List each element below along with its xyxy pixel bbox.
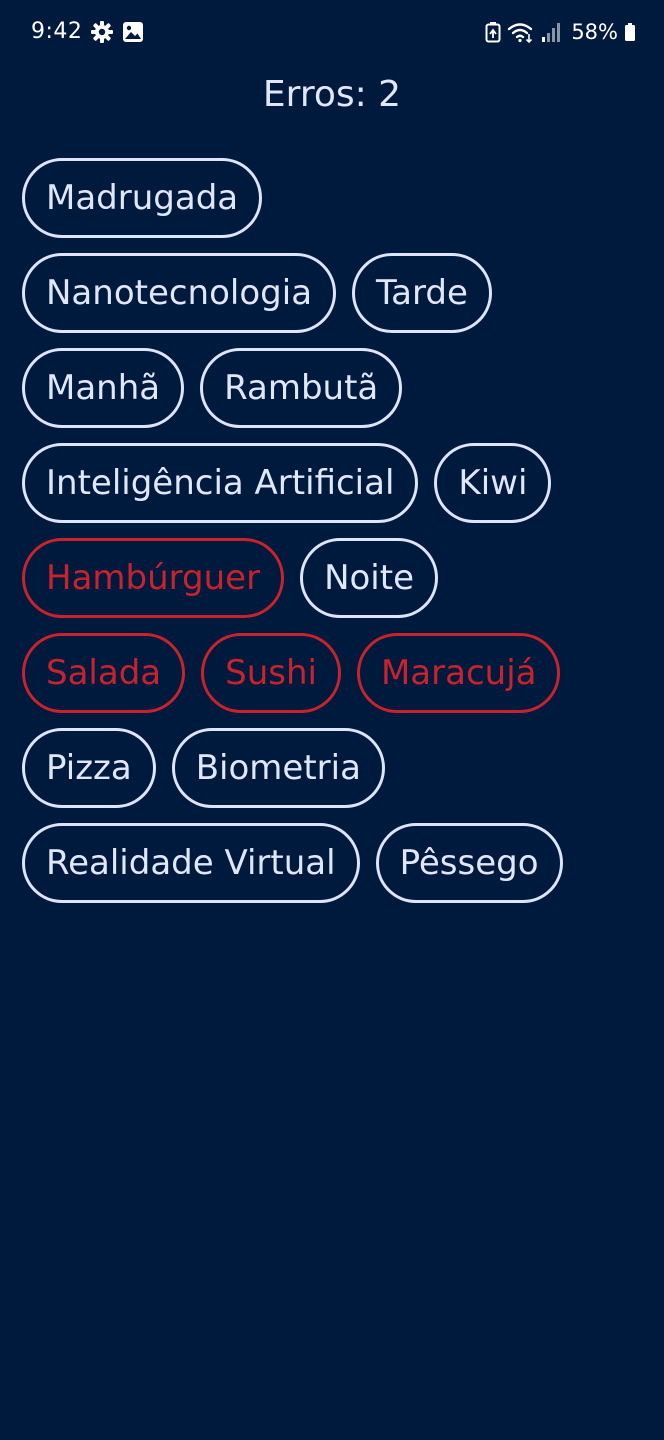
battery-icon [624, 21, 636, 43]
word-chip-maracuja[interactable]: Maracujá [356, 633, 561, 713]
chip-row: Hambúrguer Noite [22, 538, 642, 618]
chip-row: Inteligência Artificial Kiwi [22, 443, 642, 523]
word-chip-manha[interactable]: Manhã [22, 348, 185, 428]
chip-row: Nanotecnologia Tarde [22, 253, 642, 333]
word-chip-inteligencia-artificial[interactable]: Inteligência Artificial [22, 443, 419, 523]
word-chip-nanotecnologia[interactable]: Nanotecnologia [22, 253, 337, 333]
word-chips-container: Madrugada Nanotecnologia Tarde Manhã Rambutã… [22, 158, 642, 918]
errors-counter: Erros: 2 [262, 74, 402, 115]
chip-row: Madrugada [22, 158, 642, 238]
chip-row: Manhã Rambutã [22, 348, 642, 428]
word-chip-sushi[interactable]: Sushi [201, 633, 341, 713]
chip-row: Salada Sushi Maracujá [22, 633, 642, 713]
signal-icon [541, 21, 561, 43]
word-chip-rambuta[interactable]: Rambutã [200, 348, 403, 428]
word-chip-kiwi[interactable]: Kiwi [434, 443, 552, 523]
word-chip-realidade-virtual[interactable]: Realidade Virtual [22, 823, 360, 903]
battery-saver-icon [485, 21, 501, 43]
word-chip-pizza[interactable]: Pizza [22, 728, 156, 808]
word-chip-pessego[interactable]: Pêssego [375, 823, 563, 903]
wifi-icon [507, 21, 535, 43]
status-time: 9:42 [31, 19, 83, 44]
word-chip-noite[interactable]: Noite [300, 538, 438, 618]
word-chip-madrugada[interactable]: Madrugada [22, 158, 263, 238]
status-bar-left: 9:42 [31, 17, 144, 47]
chip-row: Pizza Biometria [22, 728, 642, 808]
settings-icon [90, 20, 114, 44]
status-bar: 9:42 58% [0, 0, 664, 62]
battery-percent: 58% [571, 20, 618, 44]
word-chip-tarde[interactable]: Tarde [352, 253, 492, 333]
word-chip-hamburguer[interactable]: Hambúrguer [22, 538, 285, 618]
chip-row: Realidade Virtual Pêssego [22, 823, 642, 903]
status-bar-right: 58% [485, 17, 636, 47]
image-icon [122, 21, 144, 43]
word-chip-salada[interactable]: Salada [22, 633, 186, 713]
word-chip-biometria[interactable]: Biometria [171, 728, 385, 808]
